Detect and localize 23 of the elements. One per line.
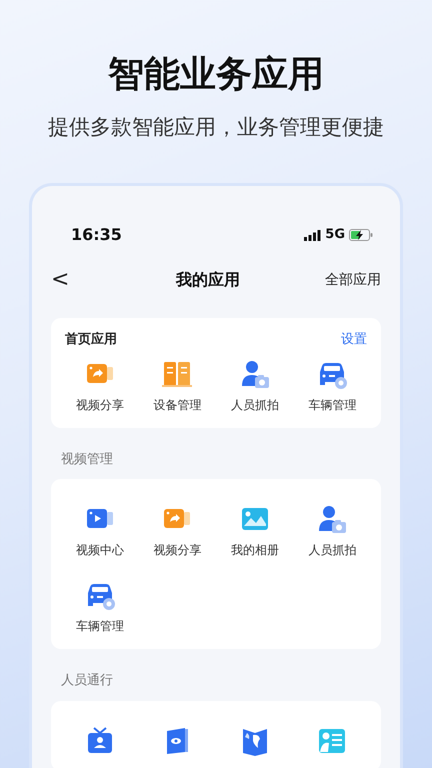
app-tile[interactable]: 人员抓拍 [294,503,371,559]
app-tile[interactable]: 人员抓拍 [216,358,294,414]
battery-charging-icon [349,229,373,241]
card-title: 首页应用 [65,330,117,349]
page-title: 我的应用 [176,270,240,289]
subtitle: 提供多款智能应用，业务管理更便捷 [47,114,385,141]
section-title: 视频管理 [60,450,114,468]
settings-link[interactable]: 设置 [341,330,367,350]
status-time: 16:35 [71,224,122,246]
app-tile[interactable]: 视频分享 [138,503,216,559]
section-title: 人员通行 [60,672,114,690]
signal-icon [304,230,322,240]
app-tile[interactable]: 车辆管理 [294,358,371,414]
app-tile[interactable]: 视频分享 [61,358,138,414]
person-camera-icon [316,503,348,535]
back-button[interactable]: < [51,269,91,291]
headline: 智能业务应用 [107,53,325,97]
app-tile[interactable]: 我的相册 [216,503,294,559]
all-apps-link[interactable]: 全部应用 [325,270,381,290]
app-tile[interactable]: 视频中心 [61,503,138,559]
app-tile[interactable]: 设备管理 [138,358,216,414]
network-label: 5G [325,226,345,244]
app-tile[interactable]: 车辆管理 [61,579,138,635]
